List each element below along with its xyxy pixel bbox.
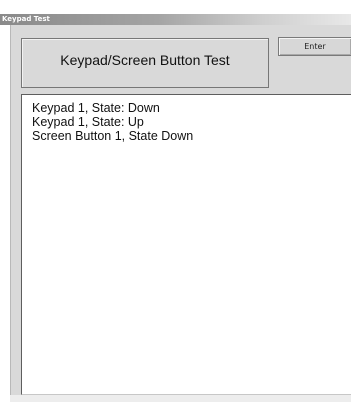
bottom-edge <box>10 395 351 402</box>
log-line: Screen Button 1, State Down <box>32 129 194 143</box>
title-bar[interactable]: Keypad Test <box>0 14 351 25</box>
window-title: Keypad Test <box>2 15 50 23</box>
event-log[interactable]: Keypad 1, State: Down Keypad 1, State: U… <box>21 94 351 395</box>
event-log-list: Keypad 1, State: Down Keypad 1, State: U… <box>32 101 193 143</box>
log-line: Keypad 1, State: Up <box>32 115 144 129</box>
keypad-test-window: Keypad Test Keypad/Screen Button Test En… <box>0 0 351 402</box>
enter-button[interactable]: Enter <box>278 37 351 56</box>
log-line: Keypad 1, State: Down <box>32 101 160 115</box>
page-title: Keypad/Screen Button Test <box>60 52 230 68</box>
window-client-area: Keypad/Screen Button Test Enter Keypad 1… <box>10 25 351 395</box>
header-panel: Keypad/Screen Button Test <box>21 38 269 88</box>
